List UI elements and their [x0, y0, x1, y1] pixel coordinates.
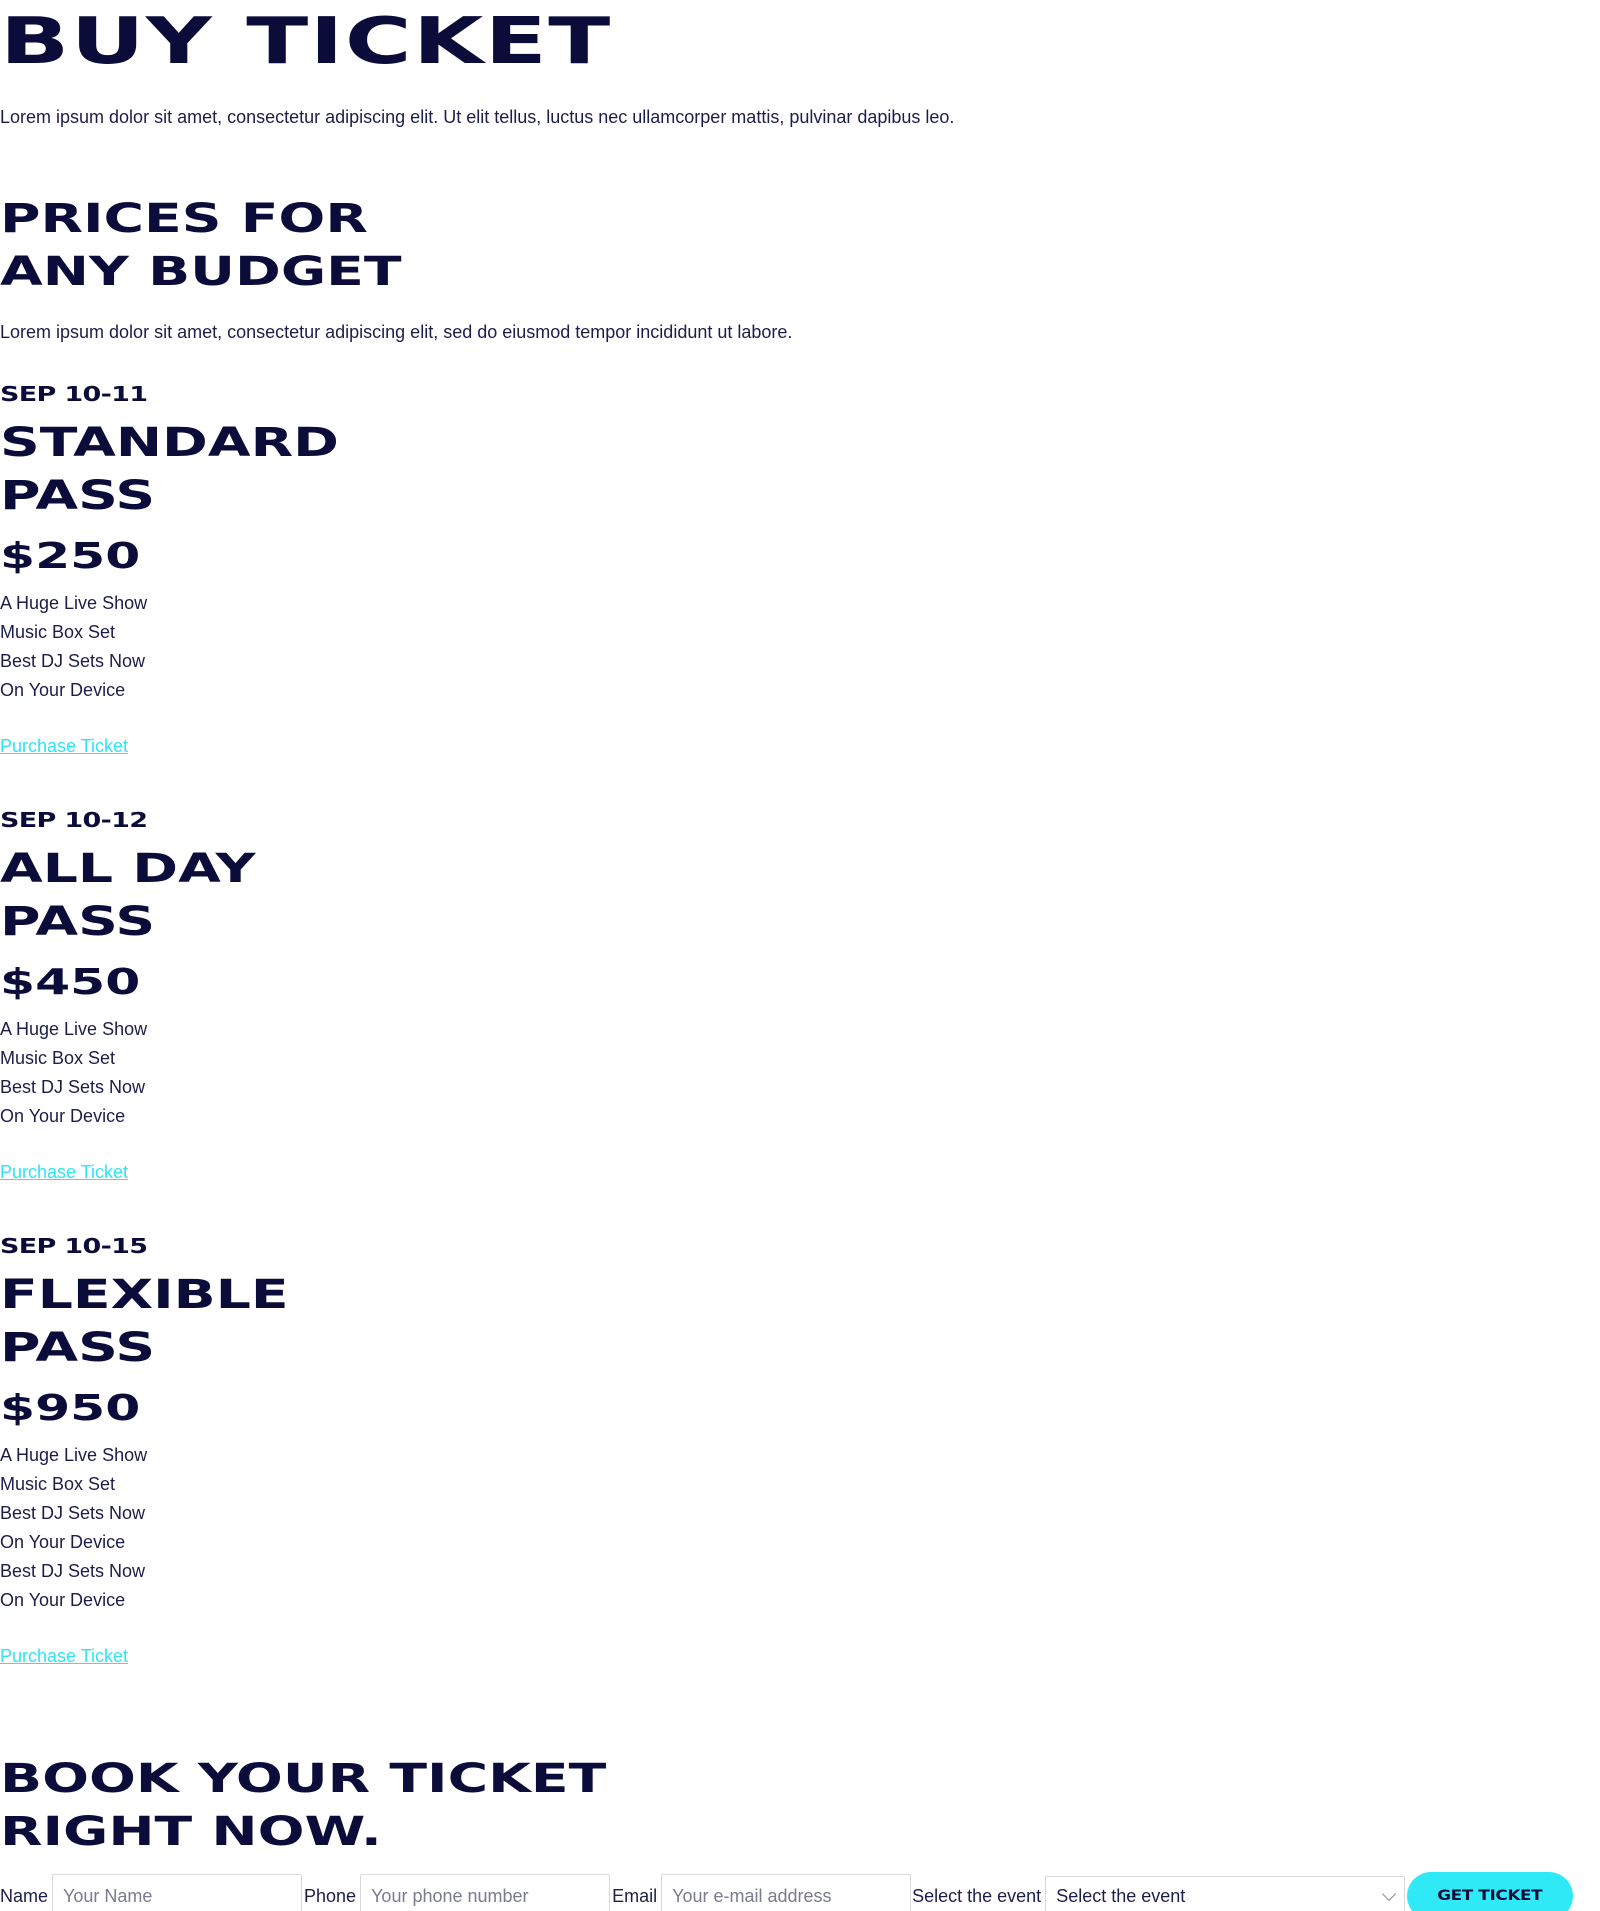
prices-text: Lorem ipsum dolor sit amet, consectetur … — [0, 322, 793, 342]
event-select-value: Select the event — [1056, 1885, 1186, 1906]
pass-price: $250 — [0, 536, 141, 577]
list-item: Best DJ Sets Now — [0, 1077, 146, 1097]
list-item: Music Box Set — [0, 622, 116, 642]
get-ticket-label: GET TICKET — [1437, 1888, 1543, 1904]
event-select[interactable]: Select the event — [1045, 1876, 1406, 1911]
pass-card-all-day: SEP 10-12 ALL DAY PASS $450 A Huge Live … — [0, 808, 256, 1184]
pass-name-line2: PASS — [0, 473, 156, 519]
list-item: Music Box Set — [0, 1474, 116, 1494]
pass-name-line1: FLEXIBLE — [0, 1272, 289, 1318]
prices-title-line2: ANY BUDGET — [0, 249, 402, 295]
pass-name: FLEXIBLE PASS — [0, 1269, 289, 1375]
list-item: A Huge Live Show — [0, 1019, 148, 1039]
pass-date: SEP 10-12 — [0, 808, 148, 832]
name-input[interactable] — [52, 1874, 303, 1911]
booking-form: Name Phone Email Select the event Select… — [0, 1872, 1600, 1911]
purchase-ticket-link[interactable]: Purchase Ticket — [0, 734, 246, 758]
pass-features: A Huge Live Show Music Box Set Best DJ S… — [0, 1441, 209, 1615]
list-item: Best DJ Sets Now — [0, 651, 146, 671]
list-item: A Huge Live Show — [0, 1445, 148, 1465]
email-input[interactable] — [661, 1874, 912, 1911]
list-item: Best DJ Sets Now — [0, 1503, 146, 1523]
booking-title: BOOK YOUR TICKET RIGHT NOW. — [0, 1753, 606, 1859]
purchase-ticket-link[interactable]: Purchase Ticket — [0, 1644, 209, 1668]
pass-card-standard: SEP 10-11 STANDARD PASS $250 A Huge Live… — [0, 382, 339, 758]
email-label: Email — [612, 1886, 658, 1906]
prices-title-line1: PRICES FOR — [0, 196, 368, 242]
pass-price: $950 — [0, 1388, 141, 1429]
pass-features: A Huge Live Show Music Box Set Best DJ S… — [0, 1015, 185, 1131]
list-item: A Huge Live Show — [0, 593, 148, 613]
booking-title-line2: RIGHT NOW. — [0, 1809, 382, 1855]
name-label: Name — [0, 1886, 49, 1906]
phone-input[interactable] — [360, 1874, 611, 1911]
pass-price: $450 — [0, 962, 141, 1003]
pass-date: SEP 10-11 — [0, 382, 148, 406]
pass-date: SEP 10-15 — [0, 1234, 148, 1258]
pass-features: A Huge Live Show Music Box Set Best DJ S… — [0, 589, 246, 705]
list-item: On Your Device — [0, 680, 126, 700]
pass-name: STANDARD PASS — [0, 417, 339, 523]
phone-label: Phone — [304, 1886, 357, 1906]
page-title: BUY TICKET — [0, 5, 612, 79]
pass-name-line1: ALL DAY — [0, 846, 256, 892]
list-item: On Your Device — [0, 1532, 126, 1552]
purchase-ticket-link[interactable]: Purchase Ticket — [0, 1160, 185, 1184]
intro-text: Lorem ipsum dolor sit amet, consectetur … — [0, 107, 955, 127]
get-ticket-button[interactable]: GET TICKET — [1407, 1872, 1574, 1911]
pass-name-line2: PASS — [0, 1325, 156, 1371]
chevron-down-icon — [1382, 1886, 1397, 1902]
pass-name: ALL DAY PASS — [0, 843, 256, 949]
prices-title: PRICES FOR ANY BUDGET — [0, 193, 401, 299]
pass-card-flexible: SEP 10-15 FLEXIBLE PASS $950 A Huge Live… — [0, 1234, 289, 1668]
list-item: On Your Device — [0, 1590, 126, 1610]
pass-name-line1: STANDARD — [0, 420, 339, 466]
list-item: On Your Device — [0, 1106, 126, 1126]
pass-name-line2: PASS — [0, 899, 156, 945]
event-label: Select the event — [912, 1886, 1042, 1906]
list-item: Music Box Set — [0, 1048, 116, 1068]
booking-title-line1: BOOK YOUR TICKET — [0, 1756, 607, 1802]
list-item: Best DJ Sets Now — [0, 1561, 146, 1581]
